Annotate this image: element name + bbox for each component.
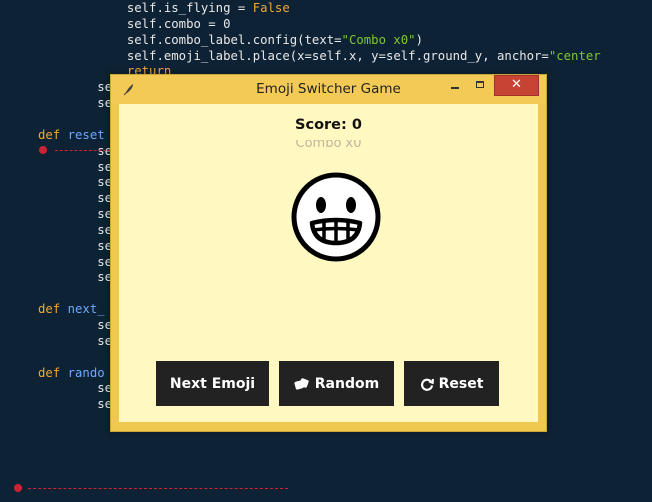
grinning-face-emoji-icon	[291, 172, 381, 262]
score-label: Score: 0	[295, 117, 362, 133]
code-token: def	[38, 365, 68, 380]
code-token: self.is_flying =	[126, 1, 253, 15]
maximize-button[interactable]	[468, 75, 494, 96]
code-line: self.is_flying = False	[38, 0, 290, 16]
code-line: def next_	[38, 301, 105, 317]
code-token: self.emoji_label.place(x=self.x, y=self.…	[126, 48, 549, 63]
code-token: )	[415, 32, 423, 47]
reset-label: Reset	[438, 375, 484, 392]
minimize-icon	[451, 87, 459, 89]
code-token: def	[38, 302, 68, 317]
breakpoint-dot	[14, 484, 22, 492]
window-titlebar[interactable]: Emoji Switcher Game ✕	[111, 75, 546, 104]
close-icon: ✕	[511, 77, 522, 92]
maximize-icon	[476, 81, 484, 88]
code-token: "center	[548, 48, 601, 63]
code-line: self.combo = 0	[38, 16, 231, 32]
random-label: Random	[314, 375, 380, 392]
code-token: def	[38, 127, 68, 142]
code-line: self.combo_label.config(text="Combo x0")	[38, 32, 423, 48]
reset-button[interactable]: Reset	[404, 361, 499, 406]
code-line: self.emoji_label.place(x=self.x, y=self.…	[38, 48, 601, 64]
next-emoji-button[interactable]: Next Emoji	[156, 361, 269, 406]
breakpoint-line	[55, 150, 111, 152]
breakpoint-dot	[39, 146, 47, 154]
code-token: reset	[67, 127, 105, 142]
code-token: next_	[67, 302, 105, 317]
code-token: self.combo_label.config(text=	[126, 32, 342, 47]
random-button[interactable]: Random	[279, 361, 394, 406]
code-line: def rando	[38, 365, 105, 381]
code-token: False	[252, 1, 290, 15]
code-token: rando	[67, 365, 105, 380]
refresh-icon	[420, 378, 434, 391]
next-emoji-label: Next Emoji	[169, 375, 256, 392]
emoji-game-window[interactable]: Emoji Switcher Game ✕ Score: 0 Combo x0 …	[110, 74, 547, 432]
game-area: Score: 0 Combo x0 Next Emoji Random Rese…	[119, 104, 538, 422]
breakpoint-line	[28, 488, 288, 490]
close-button[interactable]: ✕	[494, 75, 539, 96]
code-line: def reset	[38, 127, 105, 143]
combo-label: Combo x0	[119, 140, 538, 148]
code-token: self.combo = 0	[126, 16, 231, 31]
code-token: "Combo x0"	[341, 32, 416, 47]
minimize-button[interactable]	[442, 75, 468, 96]
dice-icon	[294, 377, 309, 390]
combo-label-text: Combo x0	[295, 140, 362, 148]
